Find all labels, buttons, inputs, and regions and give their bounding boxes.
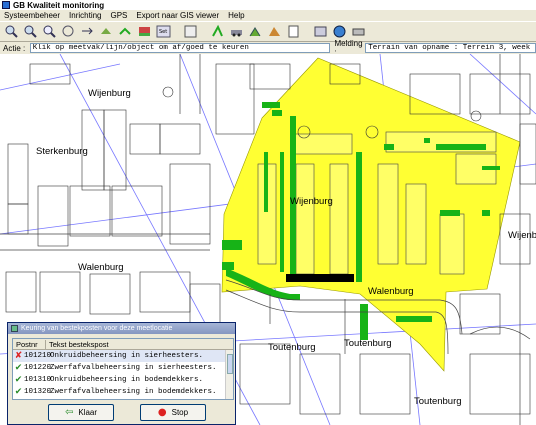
table-scrollbar[interactable] <box>225 350 233 399</box>
menu-bar: Systeembeheer Inrichting GPS Export naar… <box>0 10 536 21</box>
menu-systeembeheer[interactable]: Systeembeheer <box>4 11 60 20</box>
arrow-icon: ⇦ <box>64 407 74 418</box>
full-extent-icon[interactable] <box>98 23 115 40</box>
row-code: 101220 <box>24 364 52 372</box>
status-bar: Actie : Klik op meetvak/lijn/object om a… <box>0 39 536 57</box>
dialog-title: Keuring van bestekposten voor deze meetl… <box>21 325 173 332</box>
print-icon[interactable] <box>350 23 367 40</box>
street-label-6: Walenburg <box>368 286 414 297</box>
done-label: Klaar <box>78 408 98 417</box>
menu-inrichting[interactable]: Inrichting <box>69 11 101 20</box>
svg-text:Set: Set <box>159 29 167 35</box>
message-field: Terrain van opname : Terrein 3, week 23 <box>365 43 536 53</box>
toolbar: Set <box>0 21 536 42</box>
table-row[interactable]: ✔ 101320 Zwerfafvalbeheersing in bodemde… <box>13 386 233 398</box>
column-tekst[interactable]: Tekst bestekspost <box>46 340 109 349</box>
route-icon[interactable] <box>247 23 264 40</box>
stop-button[interactable]: ● Stop <box>140 404 206 421</box>
street-label-3: Wijenburg <box>290 196 333 207</box>
row-code: 101210 <box>24 352 52 360</box>
zoom-window-icon[interactable] <box>41 23 58 40</box>
pan-icon[interactable] <box>117 23 134 40</box>
scrollbar-thumb[interactable] <box>227 354 233 374</box>
select-icon[interactable] <box>209 23 226 40</box>
street-label-2: Sterkenburg <box>36 146 88 157</box>
globe-icon[interactable] <box>331 23 348 40</box>
stop-icon: ● <box>157 407 167 418</box>
settings-icon[interactable]: Set <box>155 23 172 40</box>
street-label-4: Walenburg <box>78 262 124 273</box>
zoom-out-icon[interactable] <box>22 23 39 40</box>
check-icon[interactable]: ✔ <box>13 363 24 373</box>
export-icon[interactable] <box>285 23 302 40</box>
zoom-previous-icon[interactable] <box>60 23 77 40</box>
stop-label: Stop <box>171 408 189 417</box>
street-label-5: Wijenb <box>508 230 536 241</box>
inspection-dialog: Keuring van bestekposten voor deze meetl… <box>7 322 236 425</box>
row-text: Onkruidbeheersing in sierheesters. <box>50 352 204 360</box>
menu-export[interactable]: Export naar GIS viewer <box>136 11 219 20</box>
map-icon[interactable] <box>266 23 283 40</box>
gps-icon[interactable] <box>312 23 329 40</box>
table-row[interactable]: ✔ 101310 Onkruidbeheersing in bodemdekke… <box>13 374 233 386</box>
window-title: GB Kwaliteit monitoring <box>13 0 105 10</box>
row-code: 101320 <box>24 388 52 396</box>
menu-gps[interactable]: GPS <box>111 11 128 20</box>
check-icon[interactable]: ✔ <box>13 375 24 385</box>
measure-icon[interactable] <box>182 23 199 40</box>
action-field: Klik op meetvak/lijn/object om af/goed t… <box>29 43 330 53</box>
street-label-1: Wijenburg <box>88 88 131 99</box>
dialog-icon <box>11 325 18 332</box>
layers-icon[interactable] <box>136 23 153 40</box>
row-text: Zwerfafvalbeheersing in sierheesters. <box>50 364 217 372</box>
table-header: Postnr Tekst bestekspost <box>13 339 233 350</box>
street-label-9: Toutenburg <box>414 396 462 407</box>
zoom-in-icon[interactable] <box>3 23 20 40</box>
street-label-8: Toutenburg <box>344 338 392 349</box>
title-bar: GB Kwaliteit monitoring <box>0 0 536 10</box>
menu-help[interactable]: Help <box>228 11 244 20</box>
dialog-titlebar[interactable]: Keuring van bestekposten voor deze meetl… <box>8 323 235 334</box>
row-text: Onkruidbeheersing in bodemdekkers. <box>50 376 204 384</box>
table-row[interactable]: ✘ 101210 Onkruidbeheersing in sierheeste… <box>13 350 233 362</box>
column-postnr[interactable]: Postnr <box>13 339 46 349</box>
reject-icon[interactable]: ✘ <box>13 351 24 361</box>
action-label: Actie : <box>3 43 26 53</box>
row-text: Zwerfafvalbeheersing in bodemdekkers. <box>50 388 217 396</box>
zoom-next-icon[interactable] <box>79 23 96 40</box>
app-icon <box>2 1 10 9</box>
bestekpost-table: Postnr Tekst bestekspost ✘ 101210 Onkrui… <box>12 338 234 400</box>
done-button[interactable]: ⇦ Klaar <box>48 404 114 421</box>
car-icon[interactable] <box>228 23 245 40</box>
street-label-7: Toutenburg <box>268 342 316 353</box>
check-icon[interactable]: ✔ <box>13 387 24 397</box>
table-row[interactable]: ✔ 101220 Zwerfafvalbeheersing in sierhee… <box>13 362 233 374</box>
row-code: 101310 <box>24 376 52 384</box>
selected-strip[interactable] <box>286 274 354 282</box>
